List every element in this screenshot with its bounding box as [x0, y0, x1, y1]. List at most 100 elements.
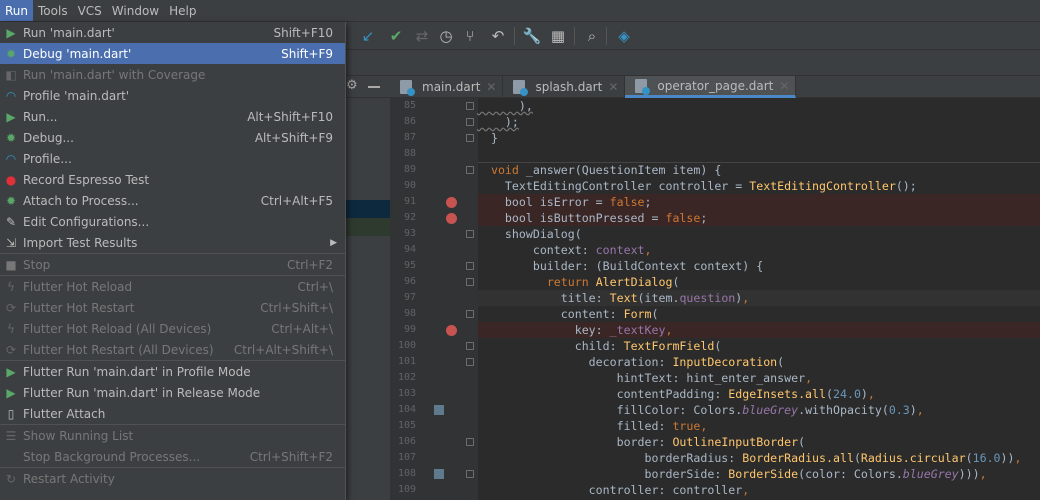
menu-item-profile-main-dart[interactable]: ◠ Profile 'main.dart' [0, 85, 345, 106]
line-number: 95 [403, 260, 416, 271]
code-text: } [477, 130, 498, 146]
code-token: , [644, 243, 652, 257]
breakpoint-icon[interactable] [446, 325, 457, 336]
tab-splash-dart[interactable]: splash.dart ✕ [503, 76, 626, 98]
menu-item-label: Record Espresso Test [23, 172, 150, 187]
menu-item-profile[interactable]: ◠ Profile... [0, 148, 345, 169]
breakpoint-icon[interactable] [446, 213, 457, 224]
commit-icon[interactable]: ✔ [386, 26, 406, 46]
hide-panel-icon[interactable] [368, 86, 380, 88]
gear-icon[interactable]: ⚙ [346, 78, 358, 93]
layers-icon[interactable]: ◈ [614, 26, 634, 46]
project-structure-icon[interactable]: ▦ [548, 26, 568, 46]
breakpoint-icon[interactable] [446, 197, 457, 208]
tab-main-dart[interactable]: main.dart ✕ [390, 76, 504, 98]
close-tab-icon[interactable]: ✕ [608, 80, 618, 94]
menu-tools[interactable]: Tools [33, 0, 73, 21]
code-text: child: TextFormField( [477, 338, 722, 354]
menu-run[interactable]: Run [0, 0, 34, 21]
menu-item-record-espresso-test[interactable]: ● Record Espresso Test [0, 169, 345, 190]
coverage-icon: ◧ [5, 67, 17, 82]
line-number: 107 [397, 452, 416, 463]
code-text: decoration: InputDecoration( [477, 354, 784, 370]
menu-item-show-running-list[interactable]: ☰ Show Running List [0, 425, 345, 446]
hot-restart-icon: ⟳ [5, 300, 17, 315]
menu-item-flutter-hot-reload-all-devices[interactable]: ϟ Flutter Hot Reload (All Devices) Ctrl+Al… [0, 318, 345, 339]
fold-marker-icon[interactable] [466, 310, 474, 318]
menu-window[interactable]: Window [107, 0, 164, 21]
code-token: Text [609, 291, 638, 305]
menu-item-flutter-run-main-dart-in-release-mode[interactable]: ▶ Flutter Run 'main.dart' in Release Mode [0, 382, 345, 403]
menu-item-run-main-dart-with-coverage[interactable]: ◧ Run 'main.dart' with Coverage [0, 64, 345, 85]
menu-item-label: Profile 'main.dart' [23, 88, 130, 103]
code-text: controller: controller, [477, 482, 750, 498]
menu-item-flutter-hot-reload[interactable]: ϟ Flutter Hot Reload Ctrl+\ [0, 276, 345, 297]
menu-item-shortcut: Shift+F9 [281, 46, 333, 61]
revert-icon[interactable]: ↶ [488, 26, 508, 46]
menu-item-attach-to-process[interactable]: ✹ Attach to Process... Ctrl+Alt+F5 [0, 190, 345, 211]
close-tab-icon[interactable]: ✕ [486, 80, 496, 94]
line-number: 101 [397, 356, 416, 367]
menu-item-debug[interactable]: ✹ Debug... Alt+Shift+F9 [0, 127, 345, 148]
menu-item-flutter-run-main-dart-in-profile-mode[interactable]: ▶ Flutter Run 'main.dart' in Profile Mode [0, 361, 345, 382]
menu-item-run-main-dart[interactable]: ▶ Run 'main.dart' Shift+F10 [0, 22, 345, 43]
toolbar-separator [606, 27, 607, 45]
tab-label: main.dart [422, 80, 481, 94]
tab-operator-page-dart[interactable]: operator_page.dart ✕ [625, 76, 797, 98]
fold-marker-icon[interactable] [466, 358, 474, 366]
code-token: _textKey [609, 323, 666, 337]
fold-marker-icon[interactable] [466, 230, 474, 238]
menu-item-run[interactable]: ▶ Run... Alt+Shift+F10 [0, 106, 345, 127]
menu-item-flutter-hot-restart-all-devices[interactable]: ⟳ Flutter Hot Restart (All Devices) Ctrl+A… [0, 339, 345, 360]
fold-marker-icon[interactable] [466, 438, 474, 446]
code-text: TextEditingController controller = TextE… [477, 178, 917, 194]
menu-help[interactable]: Help [164, 0, 201, 21]
list-icon: ☰ [5, 428, 17, 443]
menu-item-flutter-hot-restart[interactable]: ⟳ Flutter Hot Restart Ctrl+Shift+\ [0, 297, 345, 318]
menu-item-debug-main-dart[interactable]: ✹ Debug 'main.dart' Shift+F9 [0, 43, 345, 64]
menu-vcs[interactable]: VCS [73, 0, 107, 21]
code-token: bool isButtonPressed = [477, 211, 666, 225]
run-icon: ▶ [6, 364, 16, 379]
fold-marker-icon[interactable] [466, 134, 474, 142]
fold-marker-icon[interactable] [466, 102, 474, 110]
fold-marker-icon[interactable] [466, 262, 474, 270]
menu-item-label: Flutter Hot Reload (All Devices) [23, 321, 212, 336]
compare-icon[interactable]: ⇄ [412, 26, 432, 46]
menu-item-restart-activity[interactable]: ↻ Restart Activity [0, 468, 345, 489]
menu-item-label: Flutter Hot Restart (All Devices) [23, 342, 214, 357]
menu-item-edit-configurations[interactable]: ✎ Edit Configurations... [0, 211, 345, 232]
profile-icon: ◠ [5, 88, 17, 103]
project-panel-header: ⚙ [346, 76, 390, 98]
blank-icon [4, 450, 18, 464]
menu-item-import-test-results[interactable]: ⇲ Import Test Results ▶ [0, 232, 345, 253]
menu-item-label: Flutter Run 'main.dart' in Release Mode [23, 385, 261, 400]
fold-marker-icon[interactable] [466, 118, 474, 126]
code-token: ( [651, 307, 659, 321]
close-tab-icon[interactable]: ✕ [779, 79, 789, 93]
code-token: question [679, 291, 736, 305]
fold-marker-icon[interactable] [466, 342, 474, 350]
code-token: , [700, 419, 708, 433]
code-token: blueGrey [742, 403, 799, 417]
menu-item-shortcut: Ctrl+F2 [287, 257, 333, 272]
code-token: borderSide: [477, 467, 729, 481]
search-icon[interactable]: ⌕ [582, 26, 602, 46]
menu-item-shortcut: Ctrl+Alt+F5 [260, 193, 333, 208]
fold-marker-icon[interactable] [466, 278, 474, 286]
hot-reload-icon: ϟ [7, 321, 15, 336]
code-token: ( [777, 355, 785, 369]
fold-marker-icon[interactable] [466, 470, 474, 478]
line-number: 97 [403, 292, 416, 303]
update-project-icon[interactable]: ↙ [358, 26, 378, 46]
branch-icon[interactable]: ⑂ [460, 26, 480, 46]
code-token: (); [895, 179, 917, 193]
menu-item-flutter-attach[interactable]: ▯ Flutter Attach [0, 403, 345, 424]
menu-item-stop[interactable]: ■ Stop Ctrl+F2 [0, 254, 345, 275]
menu-item-label: Run 'main.dart' with Coverage [23, 67, 206, 82]
fold-marker-icon[interactable] [466, 166, 474, 174]
settings-wrench-icon[interactable]: 🔧 [522, 26, 542, 46]
history-icon[interactable]: ◷ [436, 26, 456, 46]
menu-item-stop-background-processes[interactable]: Stop Background Processes... Ctrl+Shift+F… [0, 446, 345, 467]
line-number: 103 [397, 388, 416, 399]
